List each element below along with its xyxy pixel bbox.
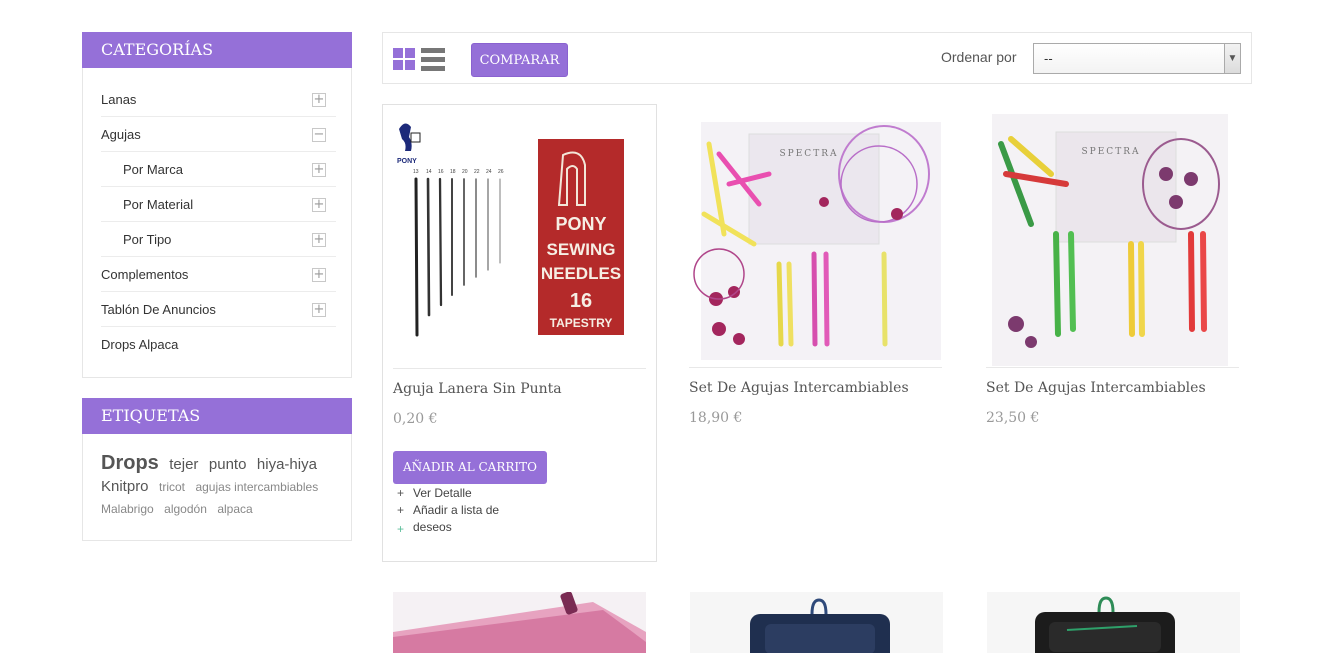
category-label[interactable]: Drops Alpaca <box>101 337 178 352</box>
category-item-drops-alpaca[interactable]: Drops Alpaca <box>101 327 336 362</box>
tag-link[interactable]: Drops <box>101 452 159 474</box>
tag-link[interactable]: tricot <box>159 476 185 498</box>
svg-text:16: 16 <box>570 290 592 312</box>
compare-button[interactable]: COMPARAR <box>471 43 568 77</box>
product-name[interactable]: Set De Agujas Intercambiables <box>689 380 909 396</box>
product-image[interactable]: SPECTRA <box>986 114 1239 368</box>
sort-value: -- <box>1044 51 1053 66</box>
add-wishlist-link[interactable]: Añadir a lista de <box>397 502 537 519</box>
category-item-por-marca[interactable]: Por Marca + <box>101 152 336 187</box>
expand-icon[interactable]: + <box>312 268 326 282</box>
svg-text:SPECTRA: SPECTRA <box>1082 147 1141 157</box>
tag-link[interactable]: agujas intercambiables <box>195 476 318 498</box>
svg-text:TAPESTRY: TAPESTRY <box>550 316 613 330</box>
sort-select[interactable]: -- ▼ <box>1033 43 1241 74</box>
list-view-icon[interactable] <box>421 48 445 72</box>
svg-text:18: 18 <box>450 169 456 175</box>
expand-icon[interactable]: + <box>312 233 326 247</box>
tags-title: ETIQUETAS <box>82 398 352 434</box>
categories-title: CATEGORÍAS <box>82 32 352 68</box>
expand-icon[interactable]: + <box>312 93 326 107</box>
category-label[interactable]: Agujas <box>101 127 141 142</box>
category-label[interactable]: Por Material <box>123 197 193 212</box>
expand-icon[interactable]: + <box>312 163 326 177</box>
svg-text:PONY: PONY <box>555 214 606 234</box>
grid-view-icon[interactable] <box>393 48 417 72</box>
chevron-down-icon[interactable]: ▼ <box>1224 44 1240 73</box>
tag-link[interactable]: punto <box>209 454 247 476</box>
category-item-por-material[interactable]: Por Material + <box>101 187 336 222</box>
tag-link[interactable]: algodón <box>164 498 207 520</box>
collapse-icon[interactable]: − <box>312 128 326 142</box>
svg-text:26: 26 <box>498 169 504 175</box>
add-to-cart-button[interactable]: AÑADIR AL CARRITO <box>393 451 547 484</box>
category-label[interactable]: Lanas <box>101 92 136 107</box>
product-card[interactable]: PONY 13 14 16 18 20 22 24 26 PONY SEWING… <box>382 104 657 562</box>
category-label[interactable]: Complementos <box>101 267 188 282</box>
category-label[interactable]: Por Tipo <box>123 232 171 247</box>
tag-link[interactable]: tejer <box>169 454 198 476</box>
view-detail-link[interactable]: Ver Detalle <box>397 485 537 502</box>
svg-text:16: 16 <box>438 169 444 175</box>
add-wishlist-link-continued[interactable]: deseos <box>397 519 537 538</box>
sort-label: Ordenar por <box>941 49 1017 65</box>
tags-block: ETIQUETAS Drops tejer punto hiya-hiya Kn… <box>82 398 352 541</box>
category-item-tablon[interactable]: Tablón De Anuncios + <box>101 292 336 327</box>
svg-text:SEWING: SEWING <box>547 240 616 259</box>
product-image[interactable]: PONY 13 14 16 18 20 22 24 26 PONY SEWING… <box>393 115 646 369</box>
expand-icon[interactable]: + <box>312 303 326 317</box>
tag-link[interactable]: Knitpro <box>101 476 149 498</box>
tag-link[interactable]: hiya-hiya <box>257 454 317 476</box>
category-label[interactable]: Tablón De Anuncios <box>101 302 216 317</box>
svg-text:NEEDLES: NEEDLES <box>541 264 621 283</box>
product-price: 18,90 € <box>689 410 743 426</box>
category-item-complementos[interactable]: Complementos + <box>101 257 336 292</box>
product-price: 0,20 € <box>393 411 438 427</box>
expand-icon[interactable]: + <box>312 198 326 212</box>
product-name[interactable]: Aguja Lanera Sin Punta <box>393 381 562 397</box>
category-item-agujas[interactable]: Agujas − <box>101 117 336 152</box>
category-label[interactable]: Por Marca <box>123 162 183 177</box>
product-links: Ver Detalle Añadir a lista de deseos <box>397 485 537 538</box>
product-image[interactable]: SPECTRA <box>689 114 942 368</box>
svg-text:20: 20 <box>462 169 468 175</box>
product-image[interactable] <box>987 592 1240 653</box>
svg-text:SPECTRA: SPECTRA <box>780 149 839 159</box>
svg-text:22: 22 <box>474 169 480 175</box>
svg-text:24: 24 <box>486 169 492 175</box>
product-name[interactable]: Set De Agujas Intercambiables <box>986 380 1206 396</box>
tag-cloud: Drops tejer punto hiya-hiya Knitpro tric… <box>83 434 351 520</box>
tag-link[interactable]: alpaca <box>217 498 252 520</box>
category-list: Lanas + Agujas − Por Marca + Por Materia… <box>83 68 351 362</box>
product-image[interactable] <box>690 592 943 653</box>
product-toolbar: COMPARAR Ordenar por -- ▼ <box>382 32 1252 84</box>
product-price: 23,50 € <box>986 410 1040 426</box>
categories-block: CATEGORÍAS Lanas + Agujas − Por Marca + … <box>82 32 352 378</box>
svg-text:13: 13 <box>413 169 419 175</box>
tag-link[interactable]: Malabrigo <box>101 498 154 520</box>
product-image[interactable] <box>393 592 646 653</box>
svg-text:14: 14 <box>426 169 432 175</box>
category-item-lanas[interactable]: Lanas + <box>101 82 336 117</box>
category-item-por-tipo[interactable]: Por Tipo + <box>101 222 336 257</box>
brand-logo-text: PONY <box>397 158 417 165</box>
